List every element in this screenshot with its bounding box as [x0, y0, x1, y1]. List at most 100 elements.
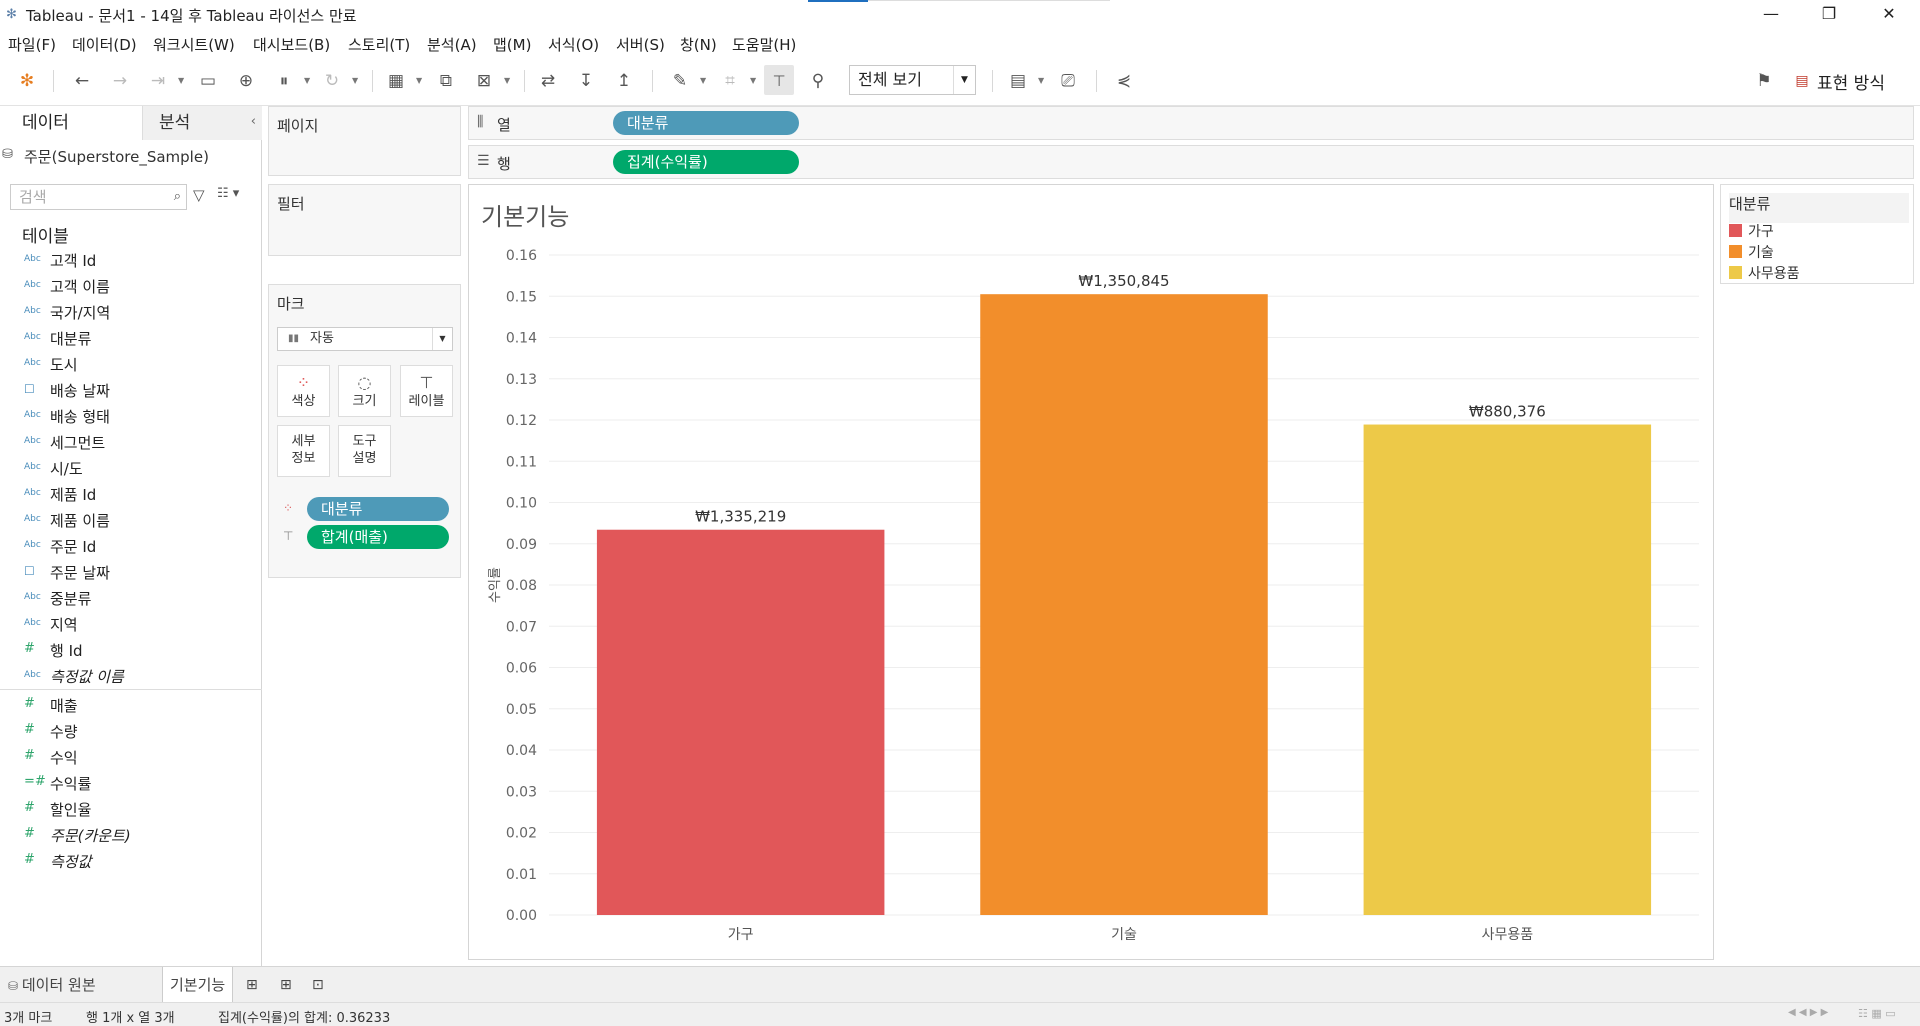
- field-item[interactable]: Abc 도시: [0, 351, 261, 377]
- rows-shelf[interactable]: ☰ 행 집계(수익률): [468, 145, 1914, 179]
- field-item[interactable]: # 행 Id: [0, 637, 261, 663]
- field-item[interactable]: # 수익: [0, 744, 261, 770]
- field-item[interactable]: Abc 시/도: [0, 455, 261, 481]
- presentation-mode-icon[interactable]: ⎚: [1056, 69, 1080, 93]
- close-button[interactable]: ✕: [1866, 0, 1912, 30]
- new-story-icon[interactable]: ⊡: [312, 967, 324, 1003]
- menu-story[interactable]: 스토리(T): [348, 34, 410, 55]
- share-icon[interactable]: ⋞: [1112, 69, 1136, 93]
- field-item[interactable]: # 매출: [0, 692, 261, 718]
- chevron-down-icon[interactable]: ▼: [1038, 69, 1046, 93]
- group-members-icon[interactable]: ⌗: [718, 69, 742, 93]
- sheet-view-icon[interactable]: ☷ ▦ ▭: [1858, 1007, 1896, 1020]
- chevron-down-icon[interactable]: ▼: [416, 69, 424, 93]
- chevron-down-icon[interactable]: ▼: [178, 69, 186, 93]
- field-item[interactable]: Abc 지역: [0, 611, 261, 637]
- sort-ascending-icon[interactable]: ↧: [574, 69, 598, 93]
- field-item[interactable]: Abc 배송 형태: [0, 403, 261, 429]
- field-item[interactable]: =# 수익률: [0, 770, 261, 796]
- field-item[interactable]: Abc 고객 Id: [0, 247, 261, 273]
- menu-help[interactable]: 도움말(H): [732, 34, 796, 55]
- duplicate-sheet-icon[interactable]: ⧉: [434, 69, 458, 93]
- chevron-down-icon[interactable]: ▼: [352, 69, 360, 93]
- legend-item[interactable]: 사무용품: [1729, 263, 1800, 283]
- collapse-panel-icon[interactable]: ‹: [251, 114, 256, 129]
- field-item[interactable]: Abc 제품 Id: [0, 481, 261, 507]
- menu-file[interactable]: 파일(F): [8, 34, 56, 55]
- pause-updates-icon[interactable]: ⏸: [272, 69, 296, 93]
- minimize-button[interactable]: —: [1748, 0, 1794, 30]
- field-item[interactable]: Abc 주문 Id: [0, 533, 261, 559]
- field-item[interactable]: Abc 중분류: [0, 585, 261, 611]
- menu-window[interactable]: 창(N): [680, 34, 717, 55]
- menu-server[interactable]: 서버(S): [616, 34, 665, 55]
- restore-button[interactable]: ❐: [1806, 0, 1852, 30]
- show-me-icon[interactable]: ▤: [1790, 69, 1814, 93]
- redo-icon[interactable]: →: [108, 69, 132, 93]
- field-item[interactable]: Abc 대분류: [0, 325, 261, 351]
- show-cards-icon[interactable]: ▤: [1006, 69, 1030, 93]
- tooltip-button[interactable]: 도구 설명: [338, 425, 391, 477]
- pages-card[interactable]: 페이지: [268, 106, 461, 176]
- detail-button[interactable]: 세부 정보: [277, 425, 330, 477]
- datasource-item[interactable]: ⛁ 주문(Superstore_Sample): [2, 146, 209, 167]
- format-painter-icon[interactable]: ⚑: [1752, 69, 1776, 93]
- menu-dashboard[interactable]: 대시보드(B): [253, 34, 330, 55]
- show-me-label[interactable]: 표현 방식: [1817, 69, 1885, 94]
- field-item[interactable]: Abc 국가/지역: [0, 299, 261, 325]
- field-item[interactable]: Abc 세그먼트: [0, 429, 261, 455]
- sheet-navigation-icon[interactable]: ◀ ◀ ▶ ▶: [1788, 1007, 1828, 1018]
- show-mark-labels-icon[interactable]: ⊤: [767, 69, 791, 93]
- field-item[interactable]: ☐ 배송 날짜: [0, 377, 261, 403]
- legend-item[interactable]: 가구: [1729, 221, 1774, 241]
- menu-data[interactable]: 데이터(D): [72, 34, 137, 55]
- new-dashboard-icon[interactable]: ⊞: [280, 967, 292, 1003]
- tableau-home-icon[interactable]: ✻: [15, 69, 39, 93]
- chevron-down-icon[interactable]: ▼: [700, 69, 708, 93]
- tab-analysis[interactable]: 분석: [143, 106, 262, 140]
- new-datasource-icon[interactable]: ⊕: [234, 69, 258, 93]
- columns-pill[interactable]: 대분류: [613, 111, 799, 135]
- field-item[interactable]: # 측정값: [0, 848, 261, 874]
- chevron-down-icon[interactable]: ▼: [304, 69, 312, 93]
- field-item[interactable]: # 수량: [0, 718, 261, 744]
- filter-icon[interactable]: ▽: [193, 186, 205, 204]
- color-button[interactable]: ⁘ 색상: [277, 365, 330, 417]
- swap-rows-columns-icon[interactable]: ⇄: [536, 69, 560, 93]
- tab-sheet[interactable]: 기본기능: [162, 967, 234, 1003]
- chevron-down-icon[interactable]: ▼: [504, 69, 512, 93]
- new-worksheet-icon[interactable]: ▦: [384, 69, 408, 93]
- menu-map[interactable]: 맵(M): [493, 34, 531, 55]
- menu-worksheet[interactable]: 워크시트(W): [153, 34, 235, 55]
- label-button[interactable]: ⊤ 레이블: [400, 365, 453, 417]
- replay-icon[interactable]: ⇥: [146, 69, 170, 93]
- mark-pill-sales[interactable]: 합계(매출): [307, 525, 449, 549]
- field-item[interactable]: ☐ 주문 날짜: [0, 559, 261, 585]
- new-worksheet-icon[interactable]: ⊞: [246, 967, 258, 1003]
- highlight-icon[interactable]: ✎: [668, 69, 692, 93]
- field-item[interactable]: Abc 고객 이름: [0, 273, 261, 299]
- menu-format[interactable]: 서식(O): [548, 34, 599, 55]
- sort-descending-icon[interactable]: ↥: [612, 69, 636, 93]
- fit-select[interactable]: 전체 보기 ▼: [849, 65, 976, 95]
- filters-card[interactable]: 필터: [268, 184, 461, 256]
- tab-data[interactable]: 데이터: [0, 106, 143, 140]
- columns-shelf[interactable]: ⫼ 열 대분류: [468, 106, 1914, 140]
- refresh-icon[interactable]: ↻: [320, 69, 344, 93]
- chevron-down-icon[interactable]: ▼: [750, 69, 758, 93]
- mark-type-select[interactable]: ▮▮ 자동 ▼: [277, 327, 453, 351]
- field-item[interactable]: Abc 제품 이름: [0, 507, 261, 533]
- view-options-icon[interactable]: ☷ ▾: [217, 186, 239, 201]
- tab-datasource[interactable]: ⛁ 데이터 원본: [8, 967, 158, 1003]
- pin-axes-icon[interactable]: ⚲: [806, 69, 830, 93]
- field-item[interactable]: # 할인율: [0, 796, 261, 822]
- undo-icon[interactable]: ←: [70, 69, 94, 93]
- legend-item[interactable]: 기술: [1729, 242, 1774, 262]
- field-item[interactable]: Abc 측정값 이름: [0, 663, 261, 689]
- mark-pill-category[interactable]: 대분류: [307, 497, 449, 521]
- search-input[interactable]: 검색 ⌕: [10, 184, 187, 210]
- clear-sheet-icon[interactable]: ⊠: [472, 69, 496, 93]
- field-item[interactable]: # 주문(카운트): [0, 822, 261, 848]
- menu-analysis[interactable]: 분석(A): [427, 34, 477, 55]
- save-icon[interactable]: ▭: [196, 69, 220, 93]
